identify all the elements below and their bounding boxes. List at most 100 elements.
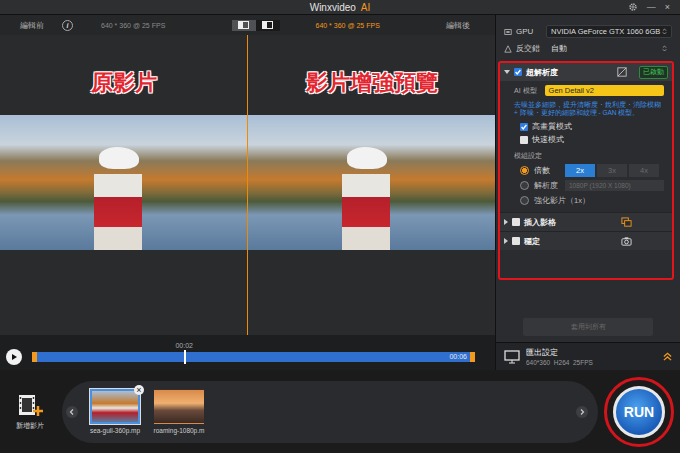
deinterlace-label: 反交錯 [516,43,542,54]
camera-icon [621,236,632,247]
model-row: AI 模型 Gen Detail v2 [514,85,664,96]
clip-thumbnail [154,389,204,424]
chevron-left-icon [68,408,76,416]
scroll-left-button[interactable] [66,406,78,418]
option-radio[interactable] [520,166,529,175]
compare-icon[interactable] [617,67,627,77]
add-video-icon [16,393,44,417]
play-icon [9,352,19,362]
view-mode-button[interactable] [256,20,280,31]
clip-strip: ×sea-gull-360p.mproaming-1080p.m [62,381,598,443]
deinterlace-dropdown[interactable]: 自動 [546,42,672,56]
mode-checkbox[interactable] [520,136,528,144]
after-label: 編輯後 [446,20,470,31]
deinterlace-row: 反交錯自動 [496,40,680,57]
gpu-row: GPU NVIDIA GeForce GTX 1060 6GB [496,23,680,40]
super-resolution-title: 超解析度 [526,67,558,78]
play-button[interactable] [6,349,22,365]
deinterlace-icon [504,45,512,53]
gear-icon[interactable] [628,2,638,12]
scale-button[interactable]: 2x [565,164,595,177]
app-window: WinxvideoAI—×編輯前i640 * 360 @ 25 FPS640 *… [0,0,680,453]
preview-area: 原影片 影片增強預覽 [0,35,495,335]
scroll-right-button[interactable] [576,406,588,418]
expand-icon[interactable] [504,238,508,244]
view-mode-toggle [232,20,280,31]
info-icon[interactable]: i [62,20,73,31]
feature-row[interactable]: 穩定 [500,231,672,250]
clip-bar: 新增影片×sea-gull-360p.mproaming-1080p.mRUN [0,370,680,453]
video-frame [0,115,247,250]
title-bar: WinxvideoAI—× [0,0,680,15]
module-option[interactable]: 倍數2x3x4x [514,163,664,178]
model-dropdown[interactable]: Gen Detail v2 [545,85,664,96]
run-highlight: RUN [604,377,674,447]
timeline: 00:02 00:06 [0,335,495,370]
annotation: 原影片 [91,68,157,98]
module-label: 模組設定 [514,151,664,161]
original-preview: 原影片 [0,35,247,335]
chevron-right-icon [578,408,586,416]
add-video-button[interactable]: 新增影片 [0,393,60,431]
mode-checkbox[interactable] [520,123,528,131]
model-label: AI 模型 [514,86,537,96]
check-icon [520,123,528,131]
timeline-track[interactable]: 00:0200:06 [32,352,475,362]
run-button[interactable]: RUN [613,386,665,438]
module-option[interactable]: 解析度1080P (1920 X 1080) [514,178,664,193]
expand-icon[interactable] [504,70,510,74]
view-mode-button[interactable] [232,20,256,31]
feature-checkbox[interactable] [512,218,520,226]
gpu-label: GPU [516,27,542,36]
clip-thumbnail: × [90,389,140,424]
dropdown-arrow-icon [662,45,667,52]
status-badge: 已啟動 [639,66,668,79]
scale-choices: 2x3x4x [565,164,659,177]
feature-checkbox[interactable] [512,237,520,245]
option-radio[interactable] [520,181,529,190]
super-resolution-checkbox[interactable] [514,68,522,76]
option-radio[interactable] [520,196,529,205]
window-button[interactable]: — [647,3,656,12]
scale-button[interactable]: 3x [597,164,627,177]
module-option[interactable]: 強化影片（1x） [514,193,664,208]
mode-option[interactable]: 高畫質模式 [520,122,664,132]
playhead[interactable] [184,350,186,364]
window-button[interactable]: × [665,3,670,12]
apply-all-button[interactable]: 套用到所有 [523,318,653,336]
app-title: WinxvideoAI [310,2,371,13]
clip-item[interactable]: roaming-1080p.m [152,389,206,434]
split-view-icon [262,21,273,29]
gpu-dropdown[interactable]: NVIDIA GeForce GTX 1060 6GB [546,25,672,38]
before-info: 640 * 360 @ 25 FPS [101,22,165,29]
end-time: 00:06 [449,353,467,361]
preview-panel: 編輯前i640 * 360 @ 25 FPS640 * 360 @ 25 FPS… [0,15,495,370]
preview-header: 編輯前i640 * 360 @ 25 FPS640 * 360 @ 25 FPS… [0,15,495,35]
frames-icon [621,217,632,228]
feature-row[interactable]: 插入影格 [500,212,672,231]
resolution-dropdown[interactable]: 1080P (1920 X 1080) [565,180,664,191]
check-icon [514,68,522,76]
output-settings[interactable]: 匯出設定640*360 H264 25FPS [496,342,680,370]
enhanced-preview: 影片增強預覽 [248,35,495,335]
model-description: 去噪並多細節，提升清晰度・銳利度・消除模糊 + 降噪・更好的細節和紋理 - GA… [514,101,664,117]
settings-panel: GPU NVIDIA GeForce GTX 1060 6GB 反交錯自動超解析度 已… [495,15,680,370]
video-frame [248,115,495,250]
current-time: 00:02 [175,341,193,350]
annotation: 影片增強預覽 [306,68,438,98]
gpu-icon [504,28,512,36]
remove-clip-button[interactable]: × [134,385,144,395]
monitor-icon [504,350,520,364]
scale-button[interactable]: 4x [629,164,659,177]
split-view-icon [238,21,249,29]
mode-option[interactable]: 快速模式 [520,135,664,145]
clip-item[interactable]: ×sea-gull-360p.mp [88,389,142,434]
window-controls: —× [370,2,680,12]
before-label: 編輯前 [20,20,44,31]
expand-up-icon[interactable] [663,352,672,361]
super-resolution-body: AI 模型 Gen Detail v2 去噪並多細節，提升清晰度・銳利度・消除模糊 … [500,81,672,212]
highlight-box: 超解析度 已啟動 AI 模型 Gen Detail v2 去噪並多細節，提升清晰度・銳利… [498,61,674,280]
dropdown-arrow-icon [662,28,667,35]
expand-icon[interactable] [504,219,508,225]
super-resolution-header[interactable]: 超解析度 已啟動 [500,63,672,81]
